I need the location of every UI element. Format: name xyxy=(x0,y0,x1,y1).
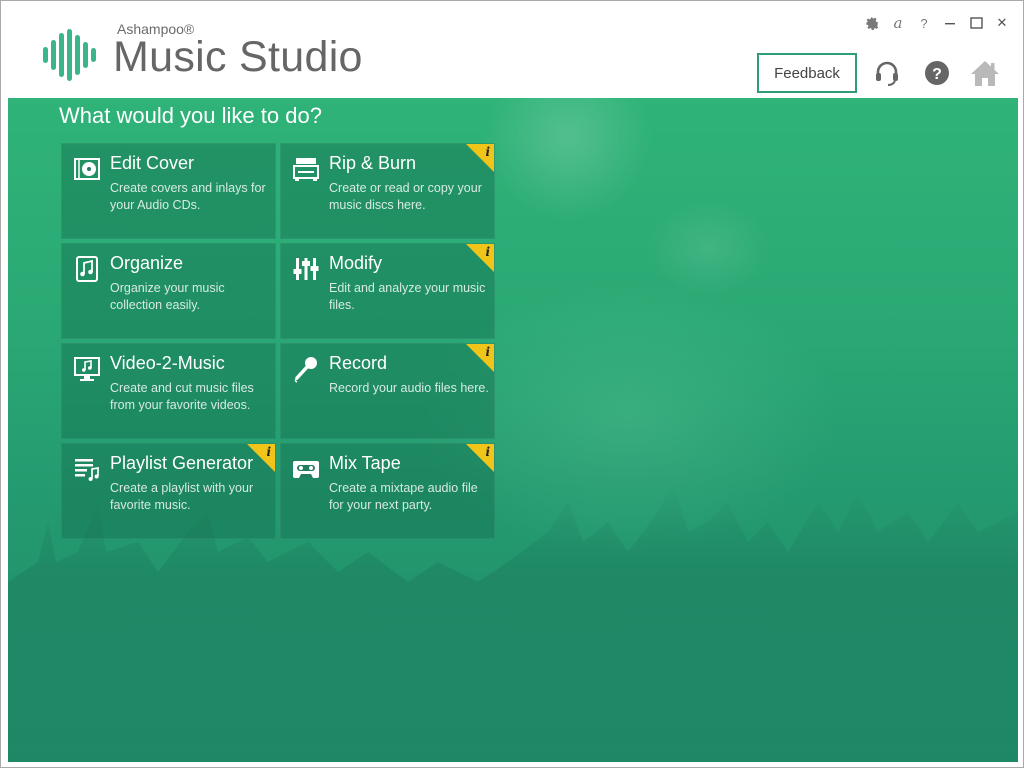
info-badge-icon[interactable]: i xyxy=(466,244,494,272)
info-badge-icon[interactable]: i xyxy=(466,344,494,372)
tile-title: Playlist Generator xyxy=(110,453,254,473)
cassette-icon xyxy=(293,461,319,478)
tile-title: Mix Tape xyxy=(329,453,401,473)
minimize-icon[interactable] xyxy=(937,13,963,33)
tile-description: Create and cut music files from your fav… xyxy=(110,381,254,412)
tile-record[interactable]: Record Record your audio files here. i xyxy=(280,343,495,439)
tile-video-2-music[interactable]: Video-2-Music Create and cut music files… xyxy=(61,343,276,439)
monitor-music-icon xyxy=(74,357,100,381)
tile-description: Create a mixtape audio file for your nex… xyxy=(329,481,478,512)
titlebar-controls: a ? ✕ xyxy=(859,13,1015,33)
header: Ashampoo® Music Studio a ? ✕ Feedback ? xyxy=(1,1,1023,98)
equalizer-sliders-icon xyxy=(293,258,319,280)
feedback-button[interactable]: Feedback xyxy=(757,53,857,93)
tile-mix-tape[interactable]: Mix Tape Create a mixtape audio file for… xyxy=(280,443,495,539)
info-glyph: i xyxy=(485,245,490,259)
help-question-icon[interactable]: ? xyxy=(911,13,937,33)
page-question: What would you like to do? xyxy=(59,103,322,128)
playlist-icon xyxy=(75,459,99,481)
info-badge-icon[interactable]: i xyxy=(466,144,494,172)
headset-icon[interactable] xyxy=(871,57,903,89)
cd-case-icon xyxy=(74,158,100,180)
close-glyph: ✕ xyxy=(996,15,1008,30)
main-stage: What would you like to do? Edit Cover Cr… xyxy=(8,98,1018,762)
info-glyph: i xyxy=(266,445,271,459)
tile-description: Edit and analyze your music files. xyxy=(329,281,486,312)
tile-description: Create covers and inlays for your Audio … xyxy=(110,181,266,212)
help-circle-glyph: ? xyxy=(932,66,942,83)
tile-title: Edit Cover xyxy=(110,153,195,173)
info-glyph: i xyxy=(485,445,490,459)
info-glyph: i xyxy=(485,345,490,359)
info-badge-icon[interactable]: i xyxy=(466,444,494,472)
tile-modify[interactable]: Modify Edit and analyze your music files… xyxy=(280,243,495,339)
tile-title: Modify xyxy=(329,253,383,273)
close-icon[interactable]: ✕ xyxy=(989,13,1015,33)
tile-description: Create or read or copy your music discs … xyxy=(329,181,482,212)
tile-description: Create a playlist with your favorite mus… xyxy=(110,481,254,512)
music-note-icon xyxy=(76,256,98,282)
logo-waveform-icon xyxy=(43,29,96,81)
info-glyph: i xyxy=(485,145,490,159)
tile-title: Rip & Burn xyxy=(329,153,417,173)
language-icon[interactable]: a xyxy=(885,13,911,33)
tile-organize[interactable]: Organize Organize your music collection … xyxy=(61,243,276,339)
language-glyph: a xyxy=(893,14,903,32)
home-icon[interactable] xyxy=(969,57,1001,89)
info-badge-icon[interactable]: i xyxy=(247,444,275,472)
tile-edit-cover[interactable]: Edit Cover Create covers and inlays for … xyxy=(61,143,276,239)
tile-description: Organize your music collection easily. xyxy=(110,281,225,312)
microphone-icon xyxy=(294,357,317,383)
gear-icon[interactable] xyxy=(859,13,885,33)
maximize-icon[interactable] xyxy=(963,13,989,33)
tile-rip-burn[interactable]: Rip & Burn Create or read or copy your m… xyxy=(280,143,495,239)
app-title: Music Studio xyxy=(113,33,363,81)
tile-description: Record your audio files here. xyxy=(329,381,489,395)
app-window: Ashampoo® Music Studio a ? ✕ Feedback ? … xyxy=(0,0,1024,768)
tile-title: Organize xyxy=(110,253,184,273)
help-glyph: ? xyxy=(920,15,928,31)
tile-title: Record xyxy=(329,353,388,373)
disc-drive-icon xyxy=(293,158,319,181)
tile-title: Video-2-Music xyxy=(110,353,225,373)
tile-playlist-generator[interactable]: Playlist Generator Create a playlist wit… xyxy=(61,443,276,539)
help-circle-icon[interactable]: ? xyxy=(921,57,953,89)
